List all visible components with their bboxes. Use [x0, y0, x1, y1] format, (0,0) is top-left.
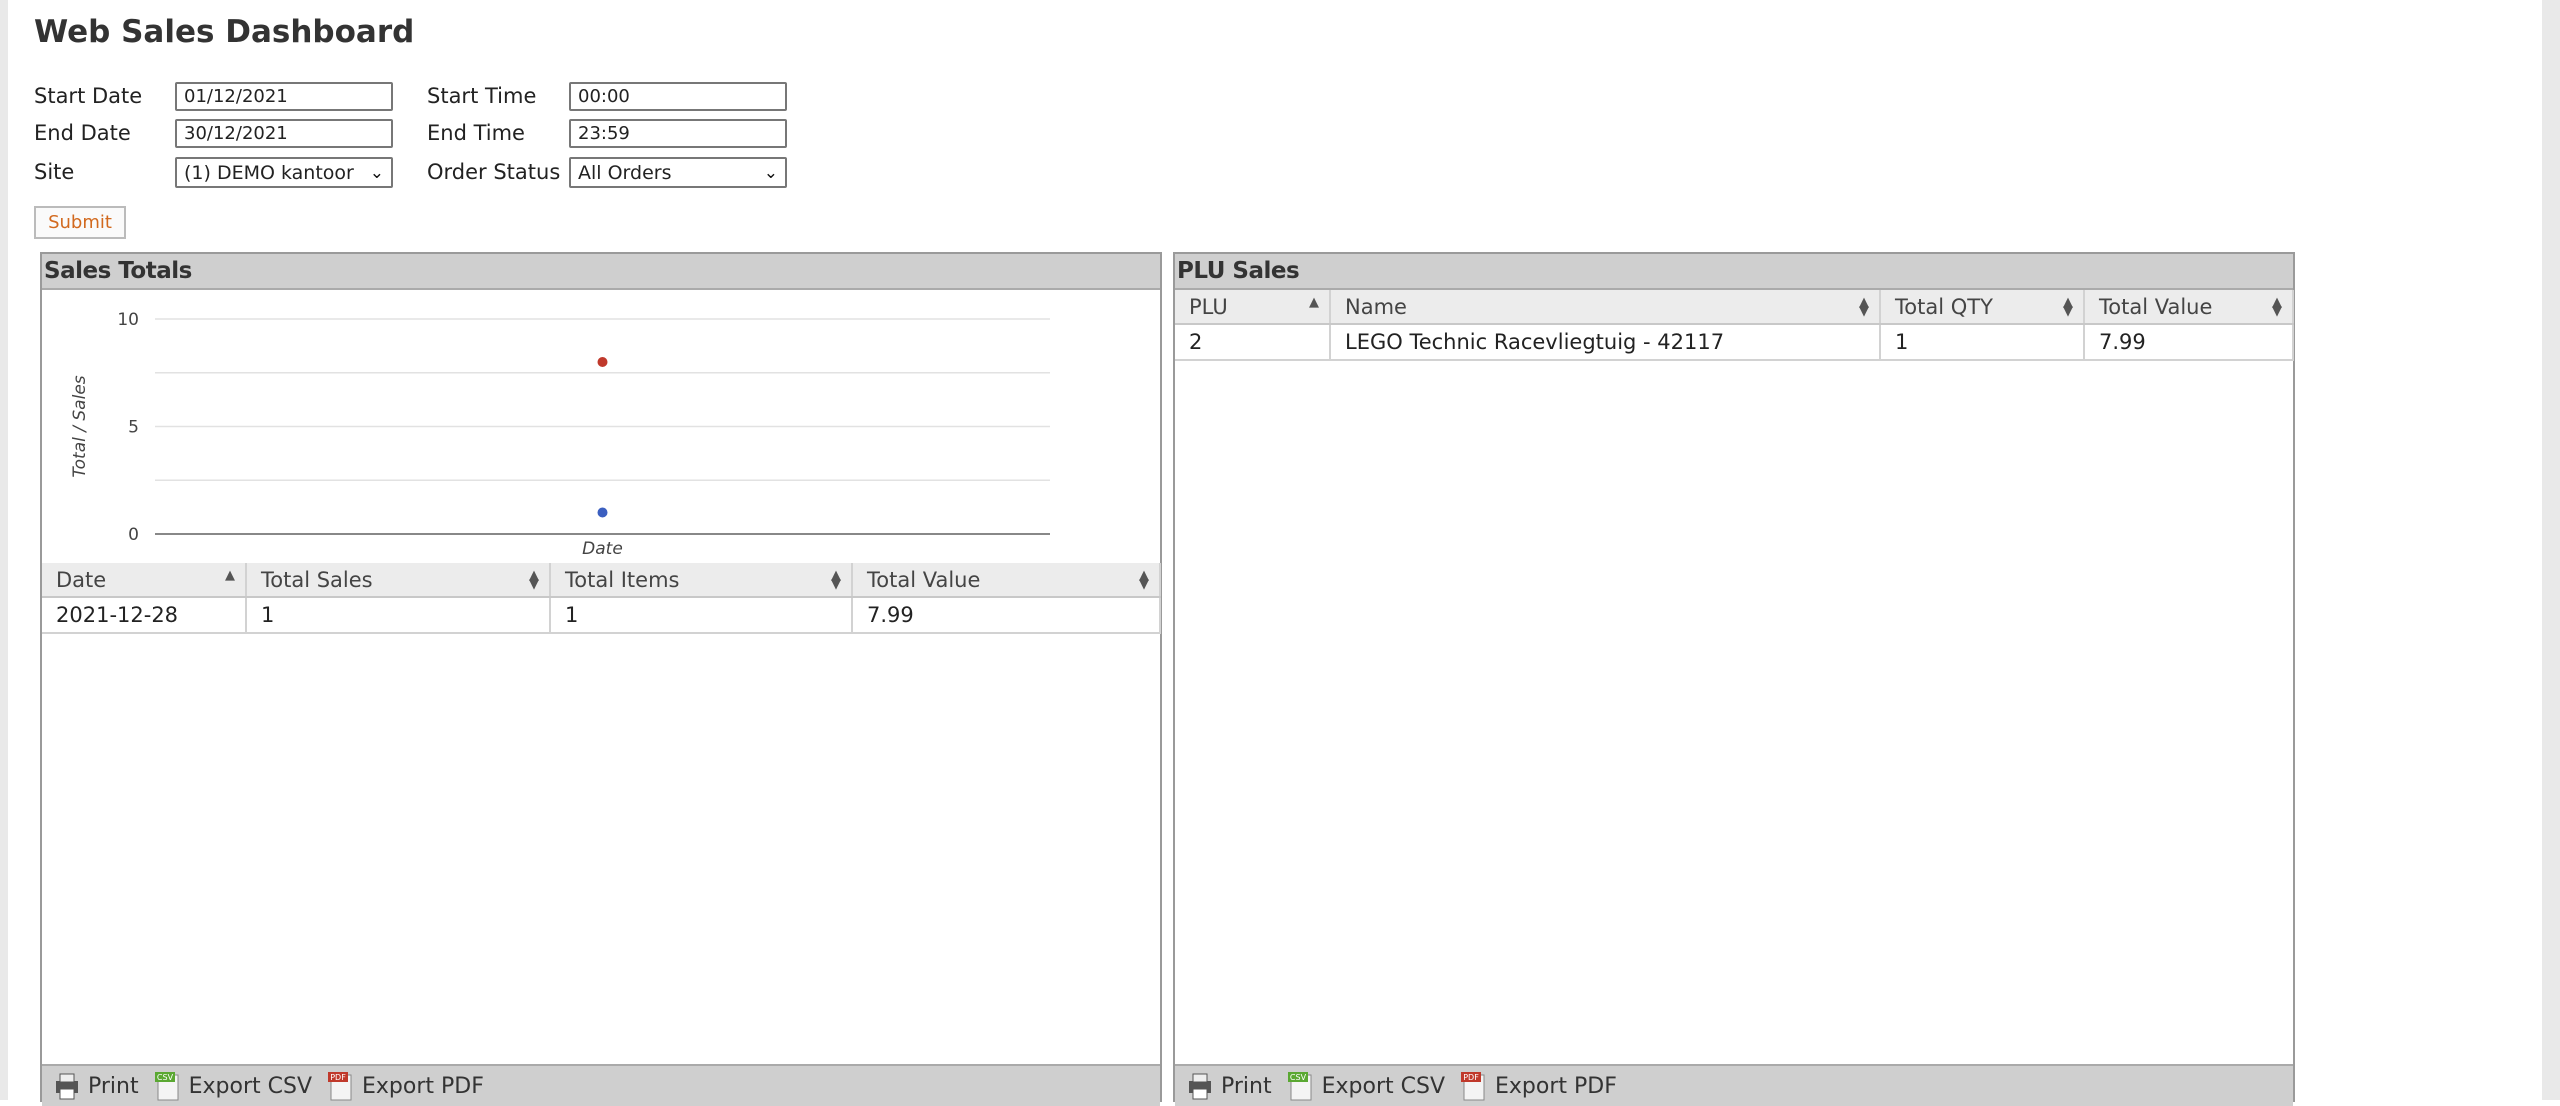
svg-text:PDF: PDF [330, 1073, 346, 1082]
start-time-input[interactable]: 00:00 [569, 82, 787, 111]
end-time-label: End Time [427, 121, 525, 145]
sort-icon: ▲ ▼ [1859, 295, 1869, 319]
sales-totals-header: Sales Totals [42, 254, 1160, 290]
page-title: Web Sales Dashboard [34, 14, 415, 50]
print-button[interactable]: Print [1185, 1071, 1272, 1101]
export-csv-button[interactable]: CSV Export CSV [1286, 1071, 1445, 1101]
column-header-total-value[interactable]: Total Value ▲ ▼ [852, 563, 1161, 598]
sort-asc-icon: ▲ [1309, 295, 1319, 310]
site-select-value: (1) DEMO kantoor [184, 161, 354, 184]
table-row[interactable]: 2 LEGO Technic Racevliegtuig - 42117 1 7… [1175, 324, 2294, 361]
plu-sales-panel: PLU Sales PLU ▲ Name ▲ ▼ Total QTY ▲ ▼ Total … [1173, 252, 2295, 1106]
sales-chart-svg: 0 5 10 Total / Sales Date [70, 310, 1050, 559]
sort-icon: ▲ ▼ [2272, 295, 2282, 319]
column-header-date[interactable]: Date ▲ [42, 563, 247, 598]
start-date-input[interactable]: 01/12/2021 [175, 82, 393, 111]
y-tick-label: 10 [117, 310, 139, 330]
plu-sales-table: PLU ▲ Name ▲ ▼ Total QTY ▲ ▼ Total Value ▲ ▼ 2 … [1175, 290, 2294, 361]
cell-total-sales: 1 [246, 597, 551, 634]
svg-text:CSV: CSV [1290, 1073, 1307, 1082]
order-status-label: Order Status [427, 160, 561, 184]
cell-name: LEGO Technic Racevliegtuig - 42117 [1330, 324, 1881, 361]
csv-file-icon: CSV [1287, 1072, 1312, 1101]
cell-total-qty: 1 [1880, 324, 2085, 361]
y-tick-label: 5 [128, 418, 139, 438]
sort-icon: ▲ ▼ [2063, 295, 2073, 319]
svg-text:PDF: PDF [1463, 1073, 1479, 1082]
plu-sales-header: PLU Sales [1175, 254, 2293, 290]
sales-totals-table: Date ▲ Total Sales ▲ ▼ Total Items ▲ ▼ Total … [42, 563, 1161, 634]
sort-icon: ▲ ▼ [831, 568, 841, 592]
table-header-row: PLU ▲ Name ▲ ▼ Total QTY ▲ ▼ Total Value ▲ ▼ [1175, 290, 2294, 325]
order-status-select-value: All Orders [578, 161, 672, 184]
data-point [597, 357, 608, 367]
cell-total-items: 1 [550, 597, 853, 634]
table-row[interactable]: 2021-12-28 1 1 7.99 [42, 597, 1161, 634]
x-axis-label: Date [582, 539, 623, 558]
end-date-input[interactable]: 30/12/2021 [175, 119, 393, 148]
y-tick-label: 0 [128, 525, 139, 545]
column-header-total-qty[interactable]: Total QTY ▲ ▼ [1880, 290, 2085, 325]
svg-text:CSV: CSV [157, 1073, 174, 1082]
start-time-label: Start Time [427, 84, 537, 108]
y-axis-label: Total / Sales [70, 375, 90, 477]
site-select[interactable]: (1) DEMO kantoor ⌄ [175, 157, 393, 188]
submit-button[interactable]: Submit [34, 206, 126, 239]
printer-icon [56, 1073, 78, 1100]
table-header-row: Date ▲ Total Sales ▲ ▼ Total Items ▲ ▼ Total … [42, 563, 1161, 598]
chevron-down-icon: ⌄ [369, 162, 384, 183]
site-label: Site [34, 160, 75, 184]
pdf-file-icon: PDF [328, 1072, 352, 1101]
column-header-total-sales[interactable]: Total Sales ▲ ▼ [246, 563, 551, 598]
end-time-input[interactable]: 23:59 [569, 119, 787, 148]
csv-file-icon: CSV [154, 1072, 179, 1101]
sales-chart: 0 5 10 Total / Sales Date [42, 290, 1160, 559]
cell-plu: 2 [1175, 324, 1331, 361]
sort-icon: ▲ ▼ [1139, 568, 1149, 592]
end-date-label: End Date [34, 121, 131, 145]
export-pdf-button[interactable]: PDF Export PDF [1459, 1071, 1617, 1101]
column-header-plu[interactable]: PLU ▲ [1175, 290, 1331, 325]
printer-icon [1189, 1073, 1211, 1100]
print-button[interactable]: Print [52, 1071, 139, 1101]
cell-total-value: 7.99 [2084, 324, 2294, 361]
sales-totals-panel: Sales Totals 0 5 10 Total / Sales Date Date ▲… [40, 252, 1162, 1106]
start-date-label: Start Date [34, 84, 143, 108]
column-header-total-value[interactable]: Total Value ▲ ▼ [2084, 290, 2294, 325]
data-point [597, 507, 608, 518]
left-edge [0, 0, 8, 1100]
export-csv-button[interactable]: CSV Export CSV [153, 1071, 312, 1101]
cell-date: 2021-12-28 [42, 597, 247, 634]
pdf-file-icon: PDF [1461, 1072, 1485, 1101]
cell-total-value: 7.99 [852, 597, 1161, 634]
order-status-select[interactable]: All Orders ⌄ [569, 157, 787, 188]
column-header-total-items[interactable]: Total Items ▲ ▼ [550, 563, 853, 598]
sort-asc-icon: ▲ [225, 568, 235, 583]
right-scrollbar[interactable] [2542, 0, 2560, 1100]
chevron-down-icon: ⌄ [763, 162, 778, 183]
export-pdf-button[interactable]: PDF Export PDF [326, 1071, 484, 1101]
column-header-name[interactable]: Name ▲ ▼ [1330, 290, 1881, 325]
sort-icon: ▲ ▼ [529, 568, 539, 592]
